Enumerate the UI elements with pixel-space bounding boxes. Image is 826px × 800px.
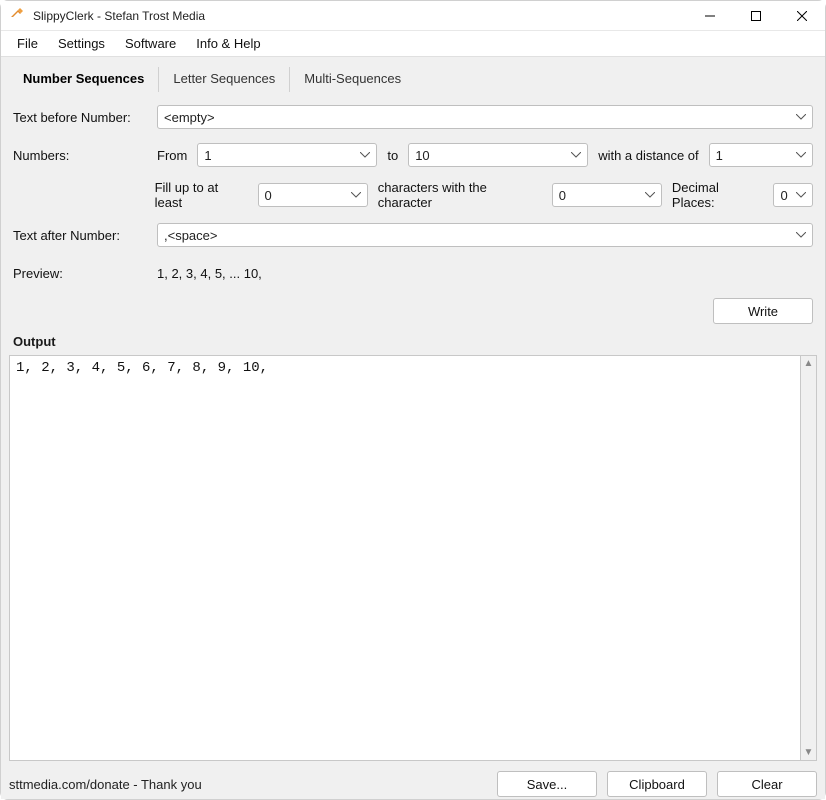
decimal-input[interactable]: 0 <box>773 183 813 207</box>
tab-letter-sequences[interactable]: Letter Sequences <box>159 67 290 92</box>
decimal-label: Decimal Places: <box>672 180 764 210</box>
to-input[interactable]: 10 <box>408 143 588 167</box>
menu-info-help[interactable]: Info & Help <box>186 33 270 54</box>
client-area: Number Sequences Letter Sequences Multi-… <box>1 57 825 769</box>
output-scrollbar[interactable]: ▲ ▼ <box>801 355 817 761</box>
menu-file[interactable]: File <box>7 33 48 54</box>
menu-software[interactable]: Software <box>115 33 186 54</box>
numbers-label: Numbers: <box>13 148 147 163</box>
from-value: 1 <box>204 148 211 163</box>
text-before-label: Text before Number: <box>13 110 147 125</box>
text-before-input[interactable]: <empty> <box>157 105 813 129</box>
status-text: sttmedia.com/donate - Thank you <box>9 777 202 792</box>
decimal-value: 0 <box>780 188 787 203</box>
chevron-down-icon <box>571 152 581 158</box>
tab-strip: Number Sequences Letter Sequences Multi-… <box>9 67 817 92</box>
output-header: Output <box>13 334 813 349</box>
chevron-down-icon <box>796 192 806 198</box>
distance-label: with a distance of <box>598 148 698 163</box>
output-textarea[interactable]: 1, 2, 3, 4, 5, 6, 7, 8, 9, 10, <box>9 355 801 761</box>
chevron-down-icon <box>796 232 806 238</box>
output-wrap: 1, 2, 3, 4, 5, 6, 7, 8, 9, 10, ▲ ▼ <box>9 355 817 761</box>
clipboard-button[interactable]: Clipboard <box>607 771 707 797</box>
fill-count-value: 0 <box>265 188 272 203</box>
text-after-label: Text after Number: <box>13 228 147 243</box>
from-input[interactable]: 1 <box>197 143 377 167</box>
chevron-down-icon <box>351 192 361 198</box>
preview-label: Preview: <box>13 266 147 281</box>
fill-chars-label: characters with the character <box>378 180 542 210</box>
from-label: From <box>157 148 187 163</box>
titlebar: SlippyClerk - Stefan Trost Media <box>1 1 825 31</box>
tab-multi-sequences[interactable]: Multi-Sequences <box>290 67 415 92</box>
chevron-down-icon <box>796 152 806 158</box>
to-label: to <box>387 148 398 163</box>
fill-char-input[interactable]: 0 <box>552 183 662 207</box>
distance-value: 1 <box>716 148 723 163</box>
to-value: 10 <box>415 148 429 163</box>
window-title: SlippyClerk - Stefan Trost Media <box>33 9 205 23</box>
chevron-down-icon <box>360 152 370 158</box>
tab-number-sequences[interactable]: Number Sequences <box>9 67 159 92</box>
text-before-value: <empty> <box>164 110 215 125</box>
minimize-button[interactable] <box>687 1 733 31</box>
fill-count-input[interactable]: 0 <box>258 183 368 207</box>
chevron-down-icon <box>645 192 655 198</box>
statusbar: sttmedia.com/donate - Thank you Save... … <box>1 769 825 799</box>
clear-button[interactable]: Clear <box>717 771 817 797</box>
maximize-button[interactable] <box>733 1 779 31</box>
preview-value: 1, 2, 3, 4, 5, ... 10, <box>157 266 262 281</box>
fill-char-value: 0 <box>559 188 566 203</box>
text-after-value: ,<space> <box>164 228 218 243</box>
scroll-up-icon[interactable]: ▲ <box>804 358 814 369</box>
scroll-down-icon[interactable]: ▼ <box>804 747 814 758</box>
fill-label: Fill up to at least <box>155 180 248 210</box>
menubar: File Settings Software Info & Help <box>1 31 825 57</box>
text-after-input[interactable]: ,<space> <box>157 223 813 247</box>
chevron-down-icon <box>796 114 806 120</box>
distance-input[interactable]: 1 <box>709 143 813 167</box>
write-button[interactable]: Write <box>713 298 813 324</box>
save-button[interactable]: Save... <box>497 771 597 797</box>
form-block: Text before Number: <empty> Numbers: Fro… <box>9 104 817 355</box>
menu-settings[interactable]: Settings <box>48 33 115 54</box>
app-icon <box>9 8 25 24</box>
close-button[interactable] <box>779 1 825 31</box>
